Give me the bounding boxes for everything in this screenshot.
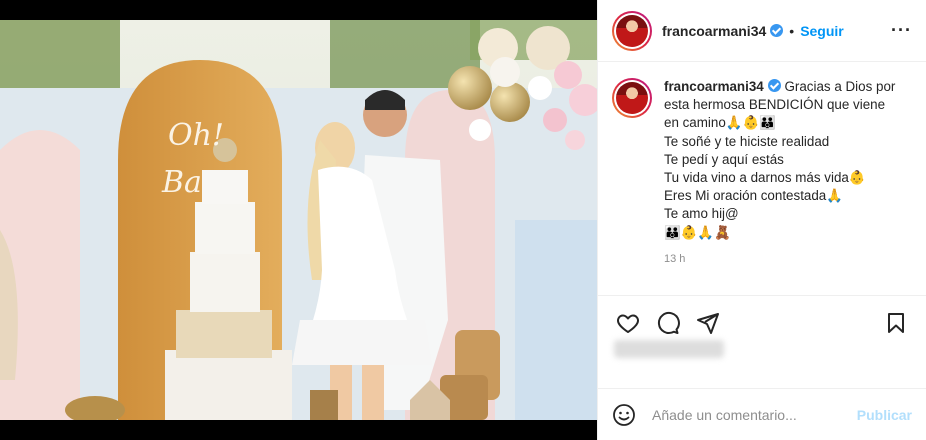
post-caption: francoarmani34 Gracias a Dios por esta h…	[612, 78, 912, 268]
media-pane: Oh! Ba	[0, 0, 597, 440]
caption-line-4: Te soñé y te hiciste realidad	[664, 133, 830, 149]
svg-text:Ba: Ba	[161, 165, 202, 200]
profile-picture	[616, 82, 648, 114]
comment-button[interactable]	[648, 303, 688, 343]
likes-count-blurred	[614, 340, 724, 358]
share-button[interactable]	[688, 303, 728, 343]
like-button[interactable]	[608, 303, 648, 343]
profile-picture	[616, 14, 648, 47]
svg-text:Oh!: Oh!	[168, 118, 224, 153]
share-icon	[697, 312, 719, 334]
caption-line-5: Te pedí y aquí estás	[664, 151, 784, 167]
post-side-panel: francoarmani34 • Seguir ··· francoarmani…	[597, 0, 926, 440]
publish-button[interactable]: Publicar	[857, 407, 912, 423]
caption-line-6: Tu vida vino a darnos más vida👶	[664, 170, 866, 186]
caption-line-8: Te amo hij@	[664, 206, 739, 222]
save-button[interactable]	[876, 303, 916, 343]
caption-avatar[interactable]	[612, 78, 652, 118]
post-photo[interactable]: Oh! Ba	[0, 20, 597, 420]
comment-input[interactable]	[652, 406, 857, 423]
comment-bar: Publicar	[598, 388, 926, 440]
separator-dot: •	[789, 22, 795, 39]
comment-icon	[657, 311, 680, 334]
avatar[interactable]	[612, 10, 652, 51]
username-link[interactable]: francoarmani34	[662, 23, 766, 39]
post-header: francoarmani34 • Seguir ···	[598, 0, 926, 62]
caption-line-9: 👪👶🙏🧸	[664, 224, 731, 240]
verified-badge-icon	[767, 79, 781, 92]
caption-line-1: Gracias a Dios por	[784, 79, 896, 94]
caption-line-7: Eres Mi oración contestada🙏	[664, 188, 843, 204]
heart-icon	[617, 314, 639, 333]
post-timestamp[interactable]: 13 h	[664, 250, 895, 268]
bookmark-icon	[888, 312, 904, 333]
post-image: Oh! Ba	[0, 20, 597, 420]
more-options-icon[interactable]: ···	[891, 20, 912, 41]
caption-username-link[interactable]: francoarmani34	[664, 79, 764, 94]
caption-text: francoarmani34 Gracias a Dios por esta h…	[664, 78, 895, 268]
smiley-icon[interactable]	[612, 403, 636, 427]
verified-badge-icon	[770, 24, 784, 37]
caption-line-3: en camino🙏👶👪	[664, 115, 776, 131]
caption-line-2: esta hermosa BENDICIÓN que viene	[664, 97, 886, 113]
follow-button[interactable]: Seguir	[800, 23, 844, 39]
